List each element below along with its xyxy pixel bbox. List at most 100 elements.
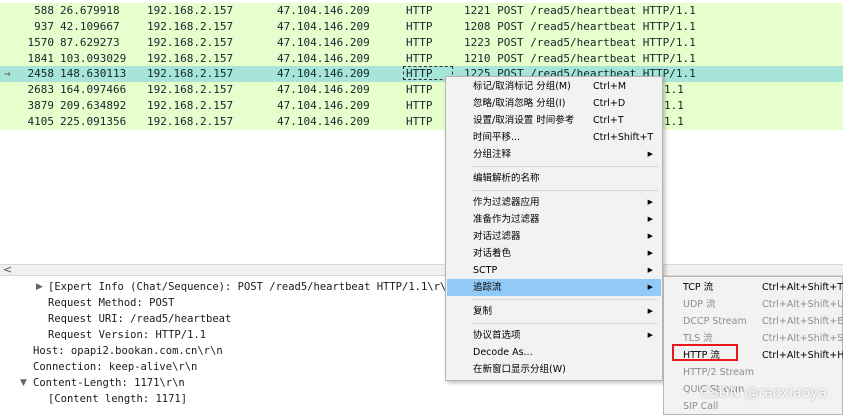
packet-info: 1223 POST /read5/heartbeat HTTP/1.1 bbox=[464, 36, 696, 49]
menu-item-follow-stream[interactable]: 追踪流 ▶ bbox=[447, 279, 661, 296]
packet-destination: 47.104.146.209 bbox=[277, 52, 370, 65]
packet-source: 192.168.2.157 bbox=[147, 83, 234, 96]
detail-line[interactable]: Connection: keep-alive\r\n bbox=[33, 359, 197, 375]
packet-destination: 47.104.146.209 bbox=[277, 4, 370, 17]
menu-item-shortcut: Ctrl+Shift+T bbox=[593, 132, 654, 143]
menu-item-time-reference[interactable]: 设置/取消设置 时间参考 Ctrl+T bbox=[447, 112, 661, 129]
detail-line[interactable]: Request Version: HTTP/1.1 bbox=[48, 327, 206, 343]
detail-line[interactable]: Content-Length: 1171\r\n bbox=[33, 375, 185, 391]
detail-line[interactable]: Request URI: /read5/heartbeat bbox=[48, 311, 231, 327]
menu-item-label: 对话过滤器 bbox=[473, 231, 521, 242]
packet-time: 164.097466 bbox=[60, 83, 127, 96]
packet-time: 148.630113 bbox=[60, 67, 127, 80]
packet-time: 42.109667 bbox=[60, 20, 120, 33]
menu-item-conversation-filter[interactable]: 对话过滤器 ▶ bbox=[447, 228, 661, 245]
submenu-item-label: HTTP/2 Stream bbox=[683, 367, 754, 378]
detail-line[interactable]: [Content length: 1171] bbox=[48, 391, 187, 407]
packet-destination: 47.104.146.209 bbox=[277, 36, 370, 49]
packet-time: 225.091356 bbox=[60, 115, 127, 128]
packet-protocol: HTTP bbox=[406, 20, 433, 33]
packet-info-tail: 1.1 bbox=[664, 99, 684, 112]
submenu-item-tcp-stream[interactable]: TCP 流 Ctrl+Alt+Shift+T bbox=[664, 279, 843, 296]
packet-no: 4105 bbox=[27, 115, 55, 128]
menu-item-mark-packet[interactable]: 标记/取消标记 分组(M) Ctrl+M bbox=[447, 78, 661, 95]
packet-source: 192.168.2.157 bbox=[147, 52, 234, 65]
menu-item-label: 在新窗口显示分组(W) bbox=[473, 364, 566, 375]
submenu-item-shortcut: Ctrl+Alt+Shift+T bbox=[762, 282, 843, 293]
packet-source: 192.168.2.157 bbox=[147, 20, 234, 33]
submenu-item-shortcut: Ctrl+Alt+Shift+E bbox=[762, 316, 843, 327]
menu-item-ignore-packet[interactable]: 忽略/取消忽略 分组(I) Ctrl+D bbox=[447, 95, 661, 112]
submenu-item-label: UDP 流 bbox=[683, 299, 716, 310]
chevron-right-icon: ▶ bbox=[647, 283, 653, 291]
menu-separator bbox=[472, 190, 658, 191]
chevron-right-icon: ▶ bbox=[647, 198, 653, 206]
menu-item-label: 分组注释 bbox=[473, 149, 512, 160]
packet-protocol: HTTP bbox=[406, 52, 433, 65]
packet-source: 192.168.2.157 bbox=[147, 99, 234, 112]
packet-time: 87.629273 bbox=[60, 36, 120, 49]
packet-no: 3879 bbox=[27, 99, 55, 112]
packet-time: 103.093029 bbox=[60, 52, 127, 65]
detail-line[interactable]: Host: opapi2.bookan.com.cn\r\n bbox=[33, 343, 223, 359]
chevron-right-icon: ▶ bbox=[647, 150, 653, 158]
menu-item-show-in-new-window[interactable]: 在新窗口显示分组(W) bbox=[447, 361, 661, 378]
menu-item-prepare-as-filter[interactable]: 准备作为过滤器 ▶ bbox=[447, 211, 661, 228]
horizontal-scrollbar[interactable]: < bbox=[0, 263, 843, 276]
menu-item-sctp[interactable]: SCTP ▶ bbox=[447, 262, 661, 279]
menu-item-label: 设置/取消设置 时间参考 bbox=[473, 115, 575, 126]
menu-separator bbox=[472, 323, 658, 324]
submenu-item-shortcut: Ctrl+Alt+Shift+U bbox=[762, 299, 843, 310]
menu-item-shortcut: Ctrl+M bbox=[593, 81, 627, 92]
packet-protocol: HTTP bbox=[406, 115, 433, 128]
packet-row[interactable]: 1570 87.629273 192.168.2.157 47.104.146.… bbox=[0, 35, 843, 51]
menu-separator bbox=[472, 166, 658, 167]
packet-no: 2683 bbox=[27, 83, 55, 96]
watermark: CSDN @raoxiaoya bbox=[700, 385, 828, 401]
menu-item-packet-comment[interactable]: 分组注释 ▶ bbox=[447, 146, 661, 163]
submenu-item-dccp-stream: DCCP Stream Ctrl+Alt+Shift+E bbox=[664, 313, 843, 330]
packet-protocol: HTTP bbox=[406, 4, 433, 17]
chevron-right-icon: ▶ bbox=[647, 232, 653, 240]
menu-item-time-shift[interactable]: 时间平移... Ctrl+Shift+T bbox=[447, 129, 661, 146]
menu-item-protocol-preferences[interactable]: 协议首选项 ▶ bbox=[447, 327, 661, 344]
packet-no: 588 bbox=[34, 4, 54, 17]
menu-item-decode-as[interactable]: Decode As... bbox=[447, 344, 661, 361]
submenu-item-shortcut: Ctrl+Alt+Shift+S bbox=[762, 333, 843, 344]
expand-triangle-icon[interactable]: ▶ bbox=[36, 279, 43, 295]
packet-row[interactable]: 2683 164.097466 192.168.2.157 47.104.146… bbox=[0, 82, 843, 98]
packet-no: 2458 bbox=[27, 67, 55, 80]
detail-line[interactable]: Request Method: POST bbox=[48, 295, 174, 311]
packet-row[interactable]: 4105 225.091356 192.168.2.157 47.104.146… bbox=[0, 114, 843, 130]
chevron-right-icon: ▶ bbox=[647, 307, 653, 315]
menu-item-edit-resolved-name[interactable]: 编辑解析的名称 bbox=[447, 170, 661, 187]
collapse-triangle-icon[interactable]: ▼ bbox=[20, 375, 27, 391]
packet-info: 1208 POST /read5/heartbeat HTTP/1.1 bbox=[464, 20, 696, 33]
packet-info: 1221 POST /read5/heartbeat HTTP/1.1 bbox=[464, 4, 696, 17]
packet-info: 1210 POST /read5/heartbeat HTTP/1.1 bbox=[464, 52, 696, 65]
highlight-annotation-box bbox=[672, 344, 738, 361]
packet-row[interactable]: 937 42.109667 192.168.2.157 47.104.146.2… bbox=[0, 19, 843, 35]
scroll-left-icon[interactable]: < bbox=[3, 263, 12, 276]
packet-info-tail: 1.1 bbox=[664, 115, 684, 128]
submenu-item-label: DCCP Stream bbox=[683, 316, 747, 327]
detail-line[interactable]: [Expert Info (Chat/Sequence): POST /read… bbox=[48, 279, 453, 295]
menu-item-colorize-conversation[interactable]: 对话着色 ▶ bbox=[447, 245, 661, 262]
menu-item-apply-as-filter[interactable]: 作为过滤器应用 ▶ bbox=[447, 194, 661, 211]
menu-item-copy[interactable]: 复制 ▶ bbox=[447, 303, 661, 320]
packet-row[interactable]: 1841 103.093029 192.168.2.157 47.104.146… bbox=[0, 51, 843, 67]
menu-item-shortcut: Ctrl+D bbox=[593, 98, 626, 109]
menu-item-label: 作为过滤器应用 bbox=[473, 197, 540, 208]
menu-item-shortcut: Ctrl+T bbox=[593, 115, 624, 126]
packet-row[interactable]: 588 26.679918 192.168.2.157 47.104.146.2… bbox=[0, 3, 843, 19]
packet-source: 192.168.2.157 bbox=[147, 4, 234, 17]
packet-row[interactable]: 3879 209.634892 192.168.2.157 47.104.146… bbox=[0, 98, 843, 114]
menu-separator bbox=[472, 299, 658, 300]
packet-no: 1841 bbox=[27, 52, 55, 65]
submenu-item-udp-stream: UDP 流 Ctrl+Alt+Shift+U bbox=[664, 296, 843, 313]
packet-time: 26.679918 bbox=[60, 4, 120, 17]
chevron-right-icon: ▶ bbox=[647, 249, 653, 257]
packet-destination: 47.104.146.209 bbox=[277, 115, 370, 128]
packet-destination: 47.104.146.209 bbox=[277, 20, 370, 33]
packet-destination: 47.104.146.209 bbox=[277, 83, 370, 96]
